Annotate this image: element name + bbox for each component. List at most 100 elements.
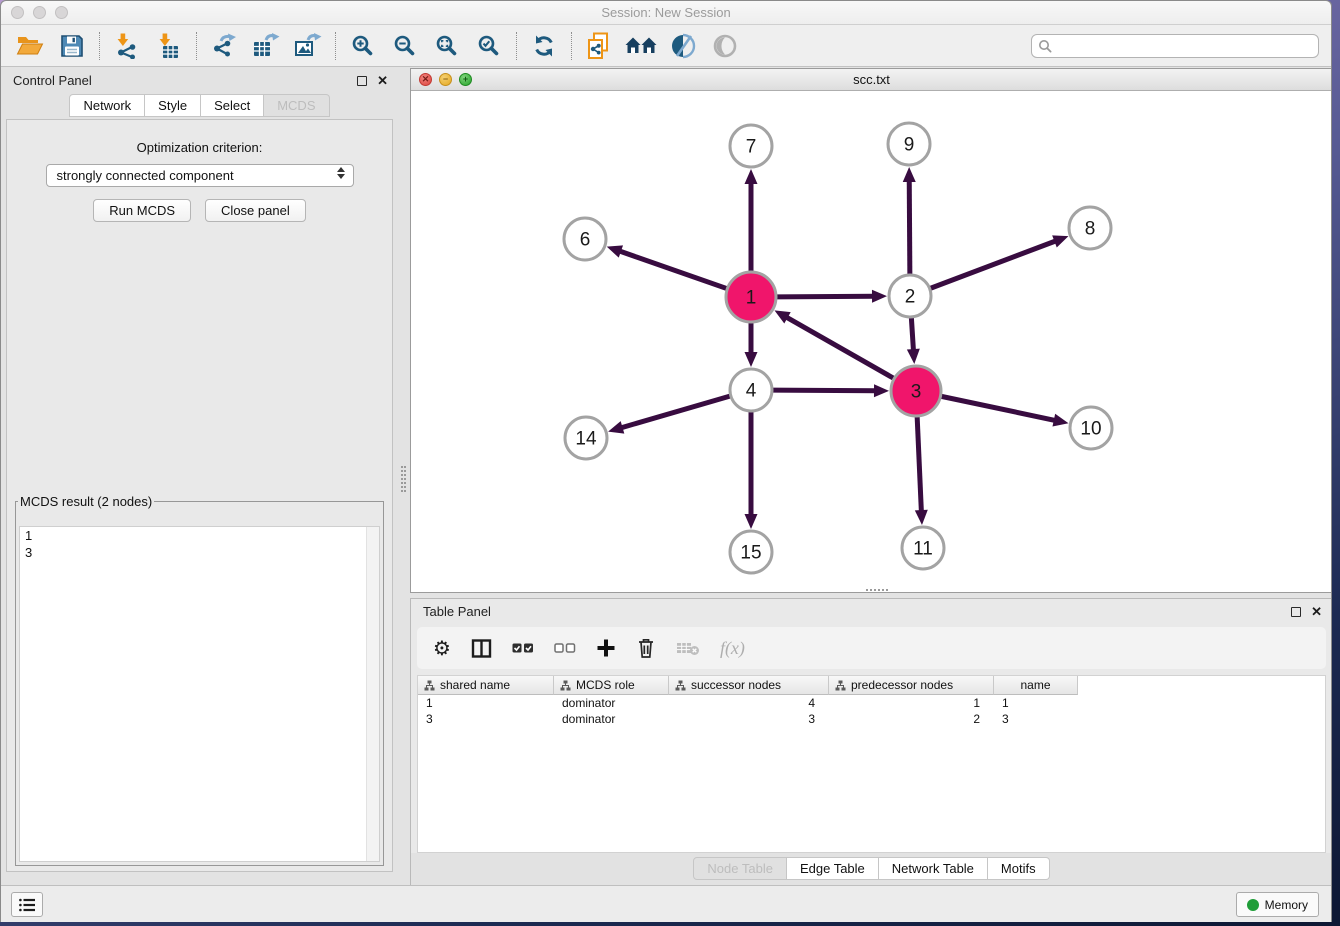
home-icon[interactable] [620,29,662,63]
graph-edge-arrowhead [915,510,928,525]
main-toolbar [1,25,1331,67]
column-header-successor-nodes[interactable]: successor nodes [669,676,829,695]
splitter-grip[interactable] [401,466,406,492]
tab-network[interactable]: Network [69,94,145,117]
column-header-MCDS-role[interactable]: MCDS role [554,676,669,695]
tab-mcds[interactable]: MCDS [264,94,329,117]
show-columns-icon[interactable] [471,638,492,659]
tab-network-table[interactable]: Network Table [879,857,988,880]
graph-edge[interactable] [785,316,894,378]
zoom-in-icon[interactable] [342,29,384,63]
table-cell[interactable]: 3 [418,711,554,727]
graph-edge[interactable] [777,296,875,297]
run-mcds-button[interactable]: Run MCDS [93,199,191,222]
column-header-name[interactable]: name [994,676,1078,695]
graph-edge-arrowhead [745,514,758,529]
optimization-criterion-value: strongly connected component [57,168,234,183]
export-image-icon[interactable] [287,29,329,63]
table-panel: Table Panel ✕ ⚙ [410,598,1332,890]
zoom-out-icon[interactable] [384,29,426,63]
table-row[interactable]: 1dominator411 [418,695,1325,711]
graph-edge[interactable] [911,318,913,352]
tab-motifs[interactable]: Motifs [988,857,1050,880]
table-cell[interactable]: 3 [994,711,1078,727]
export-table-icon[interactable] [245,29,287,63]
tab-node-table[interactable]: Node Table [693,857,787,880]
table-cell[interactable]: 1 [829,695,994,711]
table-cell[interactable]: 3 [669,711,829,727]
mcds-result-title: MCDS result (2 nodes) [18,494,154,509]
table-cell[interactable]: dominator [554,711,669,727]
open-file-icon[interactable] [9,29,51,63]
column-header-shared-name[interactable]: shared name [418,676,554,695]
table-cell[interactable]: 1 [418,695,554,711]
select-stepper-icon [337,167,345,179]
app-titlebar: Session: New Session [1,1,1331,25]
table-cell[interactable]: dominator [554,695,669,711]
delete-column-icon[interactable] [636,637,656,659]
float-panel-icon[interactable] [357,76,367,86]
network-graph[interactable]: 7968124314101511 [411,91,1332,593]
panel-splitter[interactable] [398,68,410,880]
tab-select[interactable]: Select [201,94,264,117]
import-table-icon[interactable] [148,29,190,63]
toggle-graphics-details-icon[interactable] [662,29,704,63]
memory-status-icon [1247,899,1259,911]
refresh-icon[interactable] [523,29,565,63]
mcds-result-box: MCDS result (2 nodes) 13 [15,494,384,866]
task-history-button[interactable] [11,892,43,917]
zoom-selected-icon[interactable] [468,29,510,63]
node-table: shared nameMCDS rolesuccessor nodesprede… [417,675,1326,853]
graph-edge-arrowhead [607,245,623,257]
column-header-predecessor-nodes[interactable]: predecessor nodes [829,676,994,695]
memory-label: Memory [1265,898,1308,912]
settings-icon[interactable]: ⚙ [433,638,451,658]
graph-node-label: 15 [740,543,761,564]
table-row[interactable]: 3dominator323 [418,711,1325,727]
close-panel-button[interactable]: Close panel [205,199,306,222]
mcds-result-text[interactable]: 13 [19,526,380,862]
tab-style[interactable]: Style [145,94,201,117]
graph-node-label: 1 [746,288,757,309]
zoom-fit-icon[interactable] [426,29,468,63]
graph-edge[interactable] [941,396,1056,420]
create-column-icon[interactable] [596,638,616,658]
control-panel-title: Control Panel [13,73,92,88]
graph-node-label: 11 [913,539,933,560]
delete-table-icon [676,640,700,656]
graph-node-label: 4 [746,381,757,402]
graph-edge[interactable] [620,396,730,428]
toolbar-separator [196,32,197,60]
table-header-row: shared nameMCDS rolesuccessor nodesprede… [418,676,1325,695]
graph-node-label: 7 [746,137,757,158]
graph-node-label: 14 [575,429,597,450]
table-cell[interactable]: 2 [829,711,994,727]
select-all-columns-icon[interactable] [512,641,534,655]
import-network-icon[interactable] [106,29,148,63]
graph-edge[interactable] [618,251,726,289]
memory-button[interactable]: Memory [1236,892,1319,917]
graph-edge[interactable] [917,417,921,513]
graph-edge-arrowhead [874,384,889,397]
network-window-titlebar: ✕ − + scc.txt [411,69,1332,91]
graph-node-label: 3 [911,382,922,403]
close-panel-icon[interactable]: ✕ [377,76,388,86]
mcds-result-line: 1 [20,527,379,544]
save-session-icon[interactable] [51,29,93,63]
graph-edge[interactable] [909,179,910,274]
float-panel-icon[interactable] [1291,607,1301,617]
export-network-icon[interactable] [203,29,245,63]
table-cell[interactable]: 4 [669,695,829,711]
open-network-file-icon[interactable] [578,29,620,63]
graph-edge[interactable] [931,240,1058,288]
network-canvas[interactable]: 7968124314101511 [411,91,1332,592]
unselect-all-columns-icon[interactable] [554,641,576,655]
tab-edge-table[interactable]: Edge Table [787,857,879,880]
optimization-criterion-select[interactable]: strongly connected component [46,164,354,187]
scrollbar-track[interactable] [366,527,379,861]
close-panel-icon[interactable]: ✕ [1311,607,1322,617]
splitter-grip-horizontal[interactable] [866,589,888,593]
table-cell[interactable]: 1 [994,695,1078,711]
graph-edge[interactable] [773,390,877,391]
search-input[interactable] [1052,39,1312,53]
